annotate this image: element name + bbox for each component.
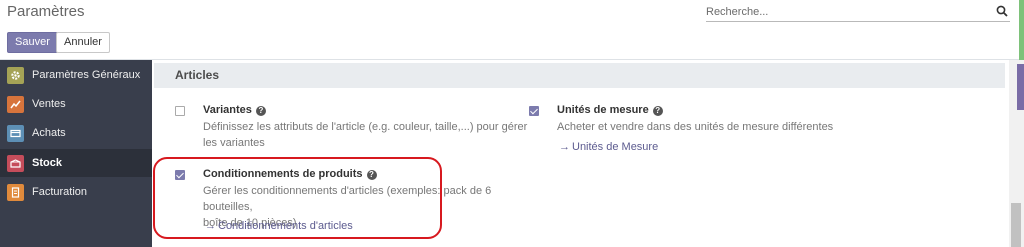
sidebar-item-invoicing[interactable]: Facturation — [0, 178, 152, 206]
sidebar-item-label: Ventes — [32, 98, 66, 110]
page-title: Paramètres — [7, 3, 85, 20]
control-panel: Paramètres Sauver Annuler — [0, 0, 1024, 60]
arrow-right-icon: → — [559, 141, 570, 153]
chart-icon — [7, 95, 24, 113]
box-icon — [7, 154, 24, 172]
sidebar-item-label: Facturation — [32, 186, 88, 198]
units-of-measure-checkbox[interactable] — [529, 106, 539, 116]
units-title: Unités de mesure — [557, 104, 649, 116]
sidebar-item-label: Paramètres Généraux — [32, 69, 141, 81]
sidebar-item-general-settings[interactable]: Paramètres Généraux — [0, 61, 152, 89]
packaging-link[interactable]: → Conditionnements d'articles — [205, 220, 353, 232]
variants-desc-line: les variantes — [203, 137, 265, 149]
cancel-button[interactable]: Annuler — [56, 32, 110, 53]
sidebar-item-purchases[interactable]: Achats — [0, 119, 152, 147]
packaging-title: Conditionnements de produits — [203, 168, 363, 180]
section-header: Articles — [154, 63, 1005, 88]
units-description: Acheter et vendre dans des unités de mes… — [557, 121, 834, 133]
units-link-label: Unités de Mesure — [572, 141, 659, 153]
sidebar-item-label: Stock — [32, 157, 62, 169]
packaging-link-label: Conditionnements d'articles — [218, 220, 353, 232]
help-icon[interactable]: ? — [366, 170, 377, 180]
sidebar: Paramètres Généraux Ventes Achats Stock … — [0, 60, 152, 247]
units-of-measure-link[interactable]: → Unités de Mesure — [559, 141, 658, 153]
variants-desc-line: Définissez les attributs de l'article (e… — [203, 121, 528, 133]
invoice-icon — [7, 183, 24, 201]
units-setting: Unités de mesure? — [557, 104, 663, 116]
packaging-setting: Conditionnements de produits? — [203, 168, 377, 180]
search-input[interactable] — [706, 3, 986, 21]
help-icon[interactable]: ? — [255, 106, 266, 116]
help-icon[interactable]: ? — [652, 106, 663, 116]
scroll-accent-top — [1019, 0, 1024, 60]
settings-content: Articles Variantes? Définissez les attri… — [152, 60, 1009, 247]
card-icon — [7, 124, 24, 142]
settings-icon — [7, 66, 24, 84]
variants-description: Définissez les attributs de l'article (e… — [203, 119, 533, 151]
sidebar-item-label: Achats — [32, 127, 66, 139]
packaging-desc-line: Gérer les conditionnements d'articles (e… — [203, 185, 492, 213]
variants-setting: Variantes? — [203, 104, 266, 116]
packaging-checkbox[interactable] — [175, 170, 185, 180]
scrollbar-thumb[interactable] — [1011, 203, 1021, 247]
sidebar-item-stock[interactable]: Stock — [0, 149, 152, 177]
variants-checkbox[interactable] — [175, 106, 185, 116]
search-icon[interactable] — [996, 5, 1008, 17]
section-title: Articles — [175, 68, 220, 82]
variants-title: Variantes — [203, 104, 252, 116]
scroll-accent — [1017, 64, 1024, 110]
save-button[interactable]: Sauver — [7, 32, 58, 53]
sidebar-item-sales[interactable]: Ventes — [0, 90, 152, 118]
search-box — [706, 2, 1010, 22]
arrow-right-icon: → — [205, 220, 216, 232]
